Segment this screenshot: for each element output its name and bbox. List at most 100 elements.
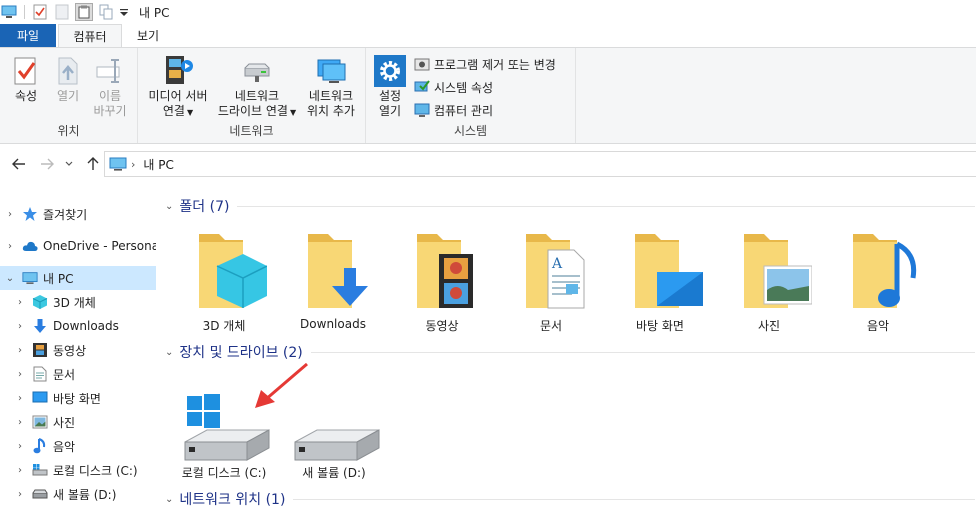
collapse-chevron-icon[interactable]: ⌄ — [165, 347, 173, 358]
navigation-bar: › 내 PC — [0, 144, 976, 184]
copy-icon[interactable] — [97, 3, 115, 21]
breadcrumb-chevron-icon[interactable]: › — [131, 158, 135, 171]
nav-item-videos[interactable]: › 동영상 — [0, 338, 156, 362]
nav-item-this-pc[interactable]: ⌄ 내 PC — [0, 266, 156, 290]
folder-tile-desktop[interactable]: 바탕 화면 — [610, 228, 710, 336]
collapse-chevron-icon[interactable]: ⌄ — [165, 201, 173, 212]
network-location-icon — [315, 54, 347, 88]
properties-icon — [10, 54, 42, 88]
expand-chevron-icon[interactable]: › — [14, 489, 26, 500]
open-button[interactable]: 열기 — [48, 54, 88, 104]
expand-chevron-icon[interactable]: › — [14, 369, 26, 380]
ribbon-tabs: 파일 컴퓨터 보기 — [0, 24, 976, 47]
content-pane: ⌄ 폴더 (7) 3D 개체 Downloads 동영상 A 문서 바탕 화면 … — [157, 184, 976, 516]
cube-icon — [32, 294, 48, 310]
expand-chevron-icon[interactable]: › — [14, 393, 26, 404]
address-bar[interactable]: › 내 PC — [104, 151, 976, 177]
chevron-down-icon[interactable] — [119, 3, 129, 21]
folder-tile-music[interactable]: 음악 — [828, 228, 928, 336]
expand-chevron-icon[interactable]: › — [14, 441, 26, 452]
open-settings-button[interactable]: 설정 열기 — [370, 54, 410, 119]
title-bar: 내 PC — [0, 0, 976, 24]
folder-tile-3d-objects[interactable]: 3D 개체 — [174, 228, 274, 336]
media-server-icon — [162, 54, 194, 88]
network-locations-section-header[interactable]: ⌄ 네트워크 위치 (1) — [165, 489, 975, 509]
tab-view[interactable]: 보기 — [122, 24, 174, 47]
nav-item-onedrive[interactable]: › OneDrive - Personal — [0, 234, 156, 258]
network-group: 미디어 서버 연결 ▼ 네트워크 드라이브 연결 ▼ 네트워크 위치 추가 네트워크 — [138, 48, 366, 143]
computer-icon — [22, 270, 38, 286]
music-note-icon — [32, 438, 48, 454]
nav-item-favorites[interactable]: › 즐겨찾기 — [0, 202, 156, 226]
recent-locations-chevron-icon[interactable] — [64, 156, 74, 172]
nav-item-documents[interactable]: › 문서 — [0, 362, 156, 386]
expand-chevron-icon[interactable]: › — [14, 297, 26, 308]
window-title: 내 PC — [139, 5, 170, 20]
expand-chevron-icon[interactable]: › — [14, 321, 26, 332]
collapse-chevron-icon[interactable]: ⌄ — [4, 273, 16, 284]
back-arrow-icon[interactable] — [11, 156, 27, 172]
collapse-chevron-icon[interactable]: ⌄ — [165, 494, 173, 505]
add-network-location-button[interactable]: 네트워크 위치 추가 — [298, 54, 364, 119]
system-group-label: 시스템 — [453, 124, 488, 138]
new-folder-icon[interactable] — [53, 3, 71, 21]
nav-item-3d-objects[interactable]: › 3D 개체 — [0, 290, 156, 314]
expand-chevron-icon[interactable]: › — [4, 209, 16, 220]
downloads-folder-icon — [290, 228, 376, 314]
uninstall-icon — [414, 56, 430, 72]
system-properties-icon — [414, 79, 430, 95]
drive-tile-new-volume-d[interactable]: 새 볼륨 (D:) — [281, 392, 387, 484]
properties-button[interactable]: 속성 — [6, 54, 46, 104]
tab-file[interactable]: 파일 — [0, 24, 56, 47]
computer-icon — [109, 157, 127, 171]
nav-item-music[interactable]: › 음악 — [0, 434, 156, 458]
folders-section-header[interactable]: ⌄ 폴더 (7) — [165, 196, 975, 216]
expand-chevron-icon[interactable]: › — [14, 417, 26, 428]
media-server-button[interactable]: 미디어 서버 연결 ▼ — [142, 54, 214, 120]
chevron-down-icon: ▼ — [186, 108, 194, 117]
desktop-icon — [32, 390, 48, 406]
chevron-down-icon: ▼ — [289, 108, 297, 117]
tab-computer[interactable]: 컴퓨터 — [58, 24, 122, 47]
expand-chevron-icon[interactable]: › — [14, 345, 26, 356]
navigation-pane: › 즐겨찾기 › OneDrive - Personal ⌄ 내 PC › 3D… — [0, 184, 156, 516]
open-icon — [52, 54, 84, 88]
windows-drive-icon — [184, 394, 270, 461]
properties-icon[interactable] — [31, 3, 49, 21]
gear-icon — [374, 54, 406, 88]
folder-tile-videos[interactable]: 동영상 — [392, 228, 492, 336]
star-icon — [22, 206, 38, 222]
cloud-icon — [22, 238, 38, 254]
devices-section-header[interactable]: ⌄ 장치 및 드라이브 (2) — [165, 342, 975, 362]
computer-management-button[interactable]: 컴퓨터 관리 — [414, 99, 493, 121]
forward-arrow-icon[interactable] — [39, 156, 55, 172]
download-arrow-icon — [32, 318, 48, 334]
drive-tile-local-disk-c[interactable]: 로컬 디스크 (C:) — [171, 392, 277, 484]
drive-icon — [32, 486, 48, 502]
quick-access-toolbar — [0, 0, 133, 24]
clipboard-icon[interactable] — [75, 3, 93, 21]
music-folder-icon — [835, 228, 921, 314]
uninstall-program-button[interactable]: 프로그램 제거 또는 변경 — [414, 53, 556, 75]
map-network-drive-button[interactable]: 네트워크 드라이브 연결 ▼ — [212, 54, 302, 120]
nav-item-pictures[interactable]: › 사진 — [0, 410, 156, 434]
rename-button[interactable]: 이름 바꾸기 — [88, 54, 132, 119]
desktop-folder-icon — [617, 228, 703, 314]
document-icon — [32, 366, 48, 382]
nav-item-local-disk-c[interactable]: › 로컬 디스크 (C:) — [0, 458, 156, 482]
network-group-label: 네트워크 — [229, 124, 274, 138]
expand-chevron-icon[interactable]: › — [14, 465, 26, 476]
drive-icon — [294, 429, 380, 461]
nav-item-downloads[interactable]: › Downloads — [0, 314, 156, 338]
folder-tile-downloads[interactable]: Downloads — [283, 228, 383, 336]
breadcrumb[interactable]: 내 PC — [143, 156, 173, 173]
nav-item-new-volume-d[interactable]: › 새 볼륨 (D:) — [0, 482, 156, 506]
system-properties-button[interactable]: 시스템 속성 — [414, 76, 493, 98]
ribbon: 속성 열기 이름 바꾸기 위치 미디어 서버 연결 ▼ 네트워크 드라이브 연결… — [0, 47, 976, 144]
rename-icon — [94, 54, 126, 88]
expand-chevron-icon[interactable]: › — [4, 241, 16, 252]
folder-tile-documents[interactable]: A 문서 — [501, 228, 601, 336]
folder-tile-pictures[interactable]: 사진 — [719, 228, 819, 336]
up-arrow-icon[interactable] — [85, 156, 101, 172]
nav-item-desktop[interactable]: › 바탕 화면 — [0, 386, 156, 410]
